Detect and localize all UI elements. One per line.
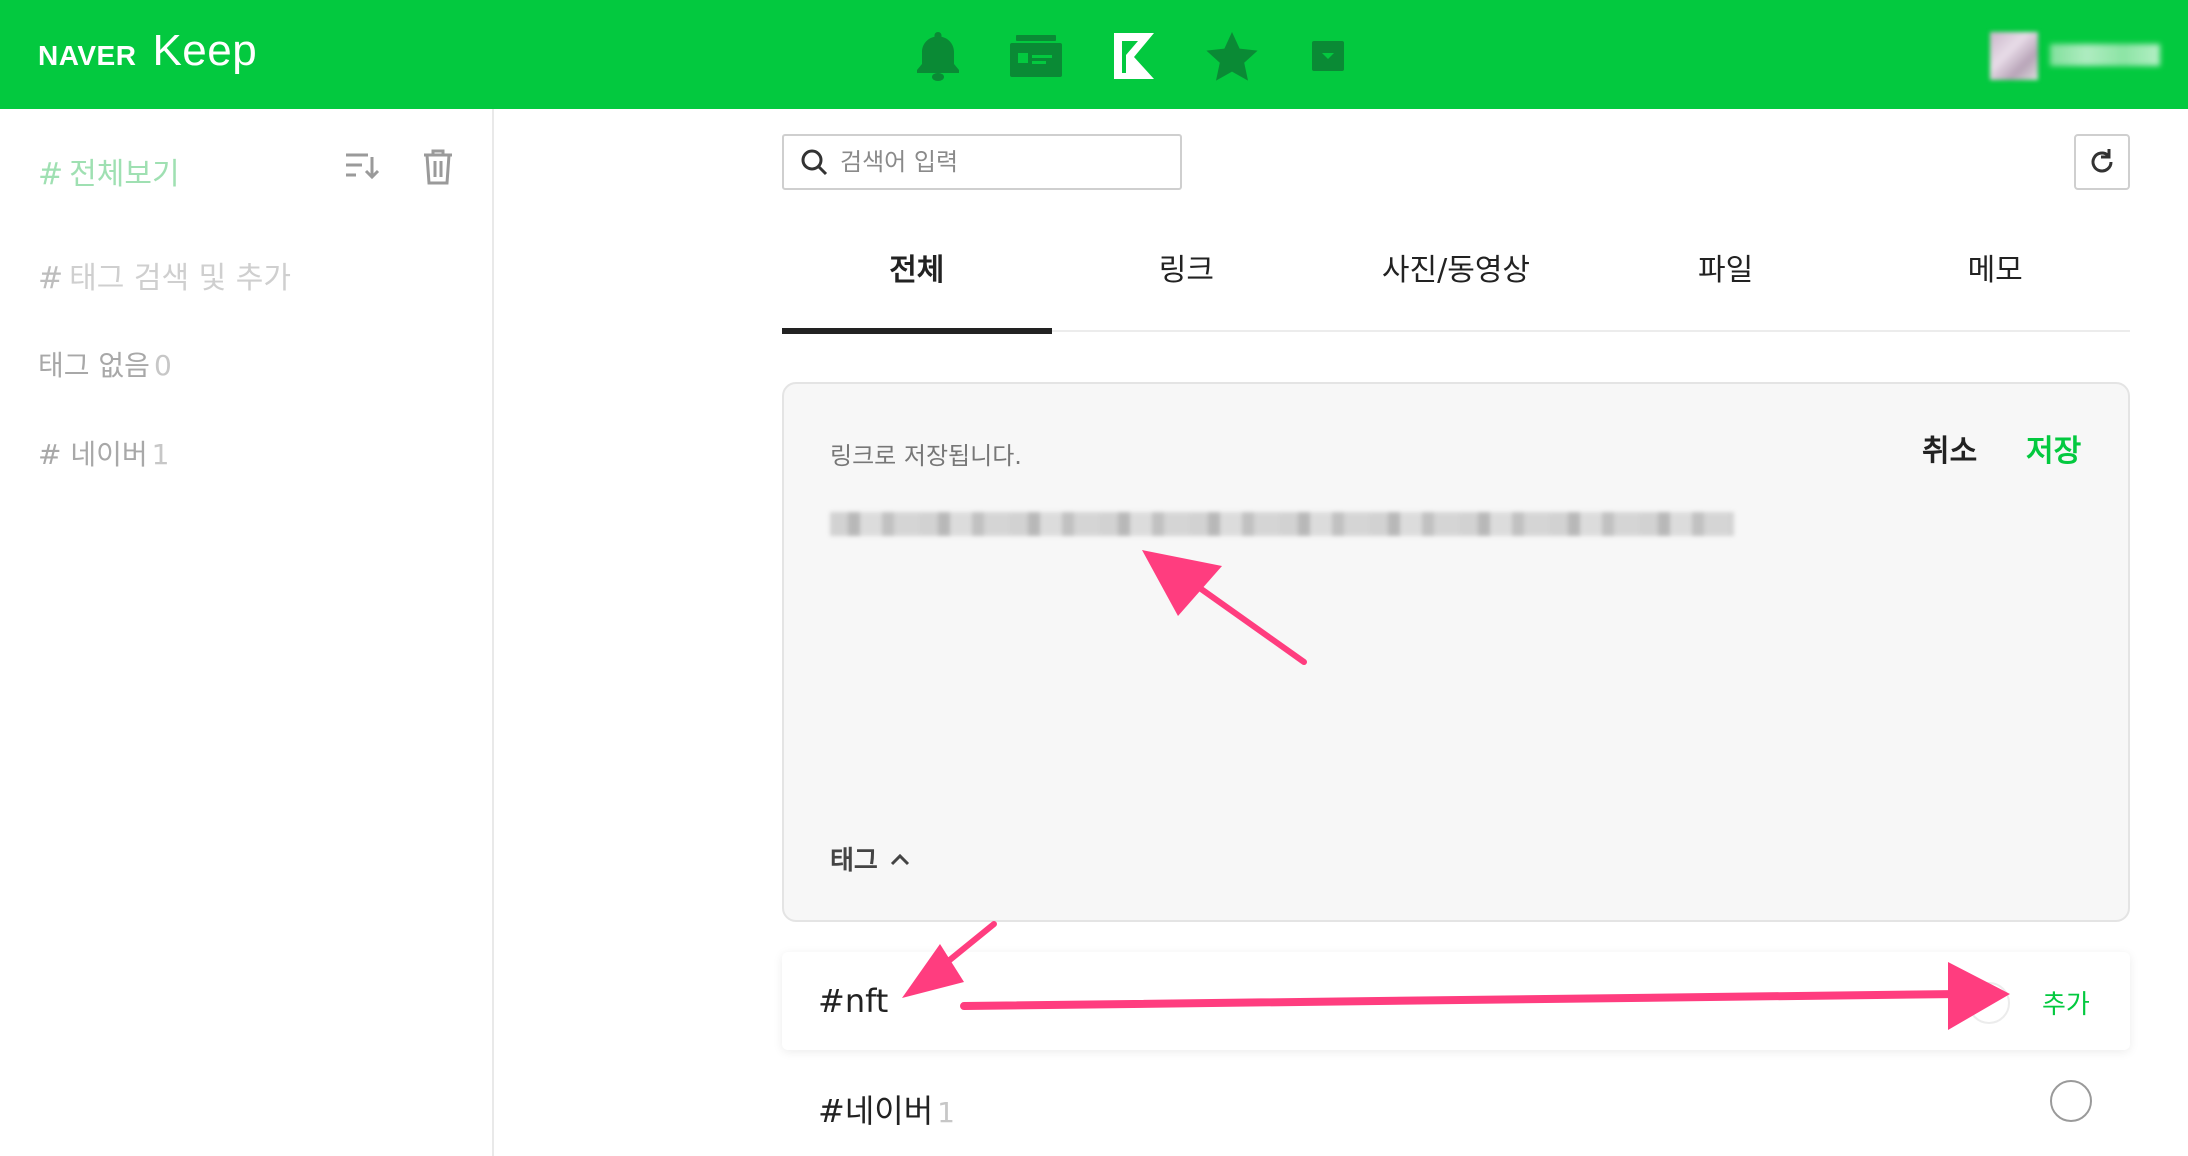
sidebar-item-label: 태그 없음	[38, 349, 150, 382]
tag-name: #네이버 1	[818, 1086, 955, 1132]
tag-list-row[interactable]: #네이버 1	[782, 1056, 2130, 1152]
hash-icon: #	[818, 982, 845, 1020]
keep-k-icon[interactable]	[1104, 26, 1164, 86]
sidebar-item-label: 네이버	[70, 438, 148, 471]
refresh-button[interactable]	[2074, 134, 2130, 190]
tag-count: 1	[937, 1096, 955, 1129]
cancel-button[interactable]: 취소	[1922, 426, 1977, 470]
sort-icon[interactable]	[340, 145, 384, 189]
card-icon[interactable]	[1006, 26, 1066, 86]
sidebar-item-count: 1	[151, 438, 170, 471]
tag-select-circle[interactable]	[1968, 982, 2010, 1024]
tag-select-circle[interactable]	[2050, 1080, 2092, 1122]
trash-icon[interactable]	[416, 145, 460, 189]
sidebar-item-naver[interactable]: # 네이버 1	[38, 433, 169, 473]
tab-memo[interactable]: 메모	[1860, 236, 2130, 330]
tag-name: #nft	[818, 982, 888, 1020]
search-input[interactable]	[840, 148, 1160, 176]
tab-all[interactable]: 전체	[782, 236, 1052, 334]
user-avatar[interactable]	[1990, 32, 2038, 80]
tab-photo-video[interactable]: 사진/동영상	[1321, 236, 1591, 330]
tag-search-field[interactable]: # 태그 검색 및 추가	[38, 253, 291, 297]
user-name-redacted[interactable]	[2050, 44, 2160, 66]
app-name-label: Keep	[152, 26, 258, 75]
tag-suggestion-row[interactable]: #nft 추가	[782, 952, 2130, 1050]
naver-keep-logo[interactable]: NAVER Keep	[38, 26, 257, 76]
tag-toggle[interactable]: 태그	[830, 840, 910, 877]
tag-toggle-label: 태그	[830, 846, 878, 876]
sidebar-item-all[interactable]: # 전체보기	[38, 149, 180, 193]
refresh-icon	[2091, 149, 2113, 173]
search-box	[782, 134, 1182, 190]
tab-file[interactable]: 파일	[1591, 236, 1861, 330]
link-editor-card: 링크로 저장됩니다. 취소 저장 태그	[782, 382, 2130, 922]
search-icon	[798, 146, 830, 178]
tag-name-text: 네이버	[844, 1092, 934, 1130]
sidebar-all-label: 전체보기	[69, 157, 180, 192]
top-bar: NAVER Keep	[0, 0, 2188, 109]
inbox-icon[interactable]	[1298, 26, 1358, 86]
hash-icon: #	[38, 261, 64, 296]
hash-icon: #	[818, 1092, 845, 1130]
tab-link[interactable]: 링크	[1052, 236, 1322, 330]
tag-search-placeholder: 태그 검색 및 추가	[69, 261, 291, 296]
tag-name-text: nft	[844, 982, 889, 1020]
bell-icon[interactable]	[908, 26, 968, 86]
sidebar-item-count: 0	[153, 349, 172, 382]
url-text-redacted[interactable]	[830, 512, 1734, 536]
content-tabs: 전체 링크 사진/동영상 파일 메모	[782, 236, 2130, 334]
chevron-up-icon	[890, 852, 910, 866]
brand-label: NAVER	[38, 40, 137, 71]
save-button[interactable]: 저장	[2026, 426, 2081, 470]
add-tag-button[interactable]: 추가	[2042, 984, 2090, 1021]
save-type-info: 링크로 저장됩니다.	[830, 442, 1022, 470]
hash-icon: #	[38, 438, 62, 471]
star-icon[interactable]	[1202, 26, 1262, 86]
hash-icon: #	[38, 157, 64, 192]
sidebar-item-no-tag[interactable]: 태그 없음 0	[38, 344, 172, 384]
sidebar: # 전체보기 # 태그 검색 및 추가 태그 없음 0 # 네이버 1	[0, 109, 494, 1156]
